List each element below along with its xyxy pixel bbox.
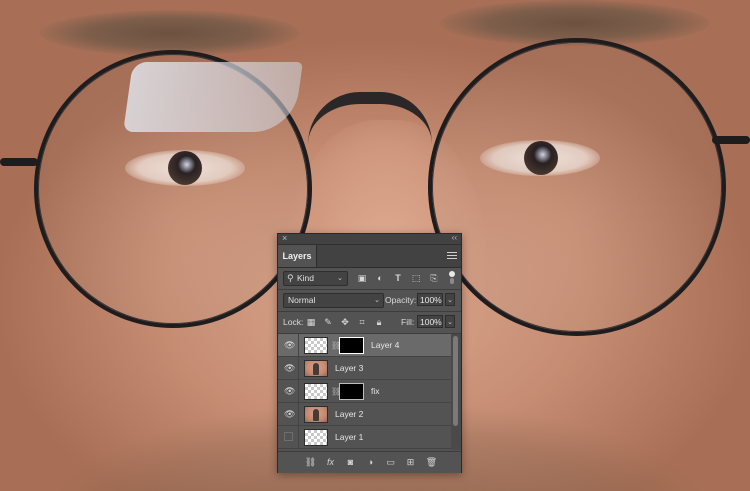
filter-row: ⚲ Kind ⌄ ▣ ◐ T ⬚ ⎘ xyxy=(278,268,461,288)
glasses-bridge xyxy=(308,92,432,144)
adjustment-filter-icon[interactable]: ◐ xyxy=(374,272,386,284)
layer-name[interactable]: Layer 2 xyxy=(335,403,363,426)
layer-row-layer-4[interactable]: 👁︎ ⛓︎ Layer 4 xyxy=(278,334,451,357)
shape-filter-icon[interactable]: ⬚ xyxy=(410,272,422,284)
eye-icon[interactable]: 👁︎ xyxy=(284,340,295,350)
lock-artboard-icon[interactable]: ⌗ xyxy=(356,316,368,328)
blend-row: Normal ⌄ Opacity: 100% ⌄ xyxy=(278,291,461,309)
close-icon[interactable]: × xyxy=(282,233,287,243)
collapse-icon[interactable]: ‹‹ xyxy=(452,233,457,243)
layer-name[interactable]: Layer 1 xyxy=(335,426,363,449)
layer-name[interactable]: Layer 4 xyxy=(371,334,399,357)
lock-transparent-pixels-icon[interactable]: ▦ xyxy=(305,316,317,328)
lock-row: Lock: ▦ ✎ ✥ ⌗ 🔒︎ Fill: 100% ⌄ xyxy=(278,313,461,331)
layer-thumbnail xyxy=(304,337,328,354)
adjustment-layer-icon[interactable]: ◑ xyxy=(364,456,377,469)
divider xyxy=(278,311,461,312)
kind-filter-dropdown[interactable]: ⚲ Kind ⌄ xyxy=(283,271,348,286)
trash-icon[interactable]: 🗑︎ xyxy=(425,456,438,469)
layer-mask-thumbnail[interactable] xyxy=(339,337,364,354)
layer-thumbnail xyxy=(304,360,328,377)
right-temple xyxy=(712,136,750,144)
tab-layers[interactable]: Layers xyxy=(278,245,317,267)
layers-panel: × ‹‹ Layers ⚲ Kind ⌄ ▣ ◐ T ⬚ ⎘ Normal ⌄ … xyxy=(277,233,462,473)
right-lens xyxy=(428,38,726,336)
visibility-off-box[interactable] xyxy=(284,432,293,441)
layer-thumbnail xyxy=(304,383,328,400)
chevron-down-icon: ⌄ xyxy=(374,297,380,304)
layer-thumbnail xyxy=(304,429,328,446)
bottom-toolbar: ⛓︎ fx ◙ ◑ ▭ ⊞ 🗑︎ xyxy=(278,451,461,473)
layer-mask-thumbnail[interactable] xyxy=(339,383,364,400)
layer-row-layer-1[interactable]: Layer 1 xyxy=(278,426,451,449)
layer-row-layer-2[interactable]: 👁︎ Layer 2 xyxy=(278,403,451,426)
left-temple xyxy=(0,158,38,166)
layers-list: 👁︎ ⛓︎ Layer 4 👁︎ Layer 3 👁︎ ⛓︎ fix 👁︎ La… xyxy=(278,334,451,450)
layer-name[interactable]: fix xyxy=(371,380,380,403)
lens-glare xyxy=(123,62,303,132)
add-mask-icon[interactable]: ◙ xyxy=(344,456,357,469)
opacity-field[interactable]: 100% xyxy=(417,293,443,306)
divider xyxy=(278,289,461,290)
eye-icon[interactable]: 👁︎ xyxy=(284,363,295,373)
blend-mode-dropdown[interactable]: Normal ⌄ xyxy=(283,293,384,308)
layer-thumbnail xyxy=(304,406,328,423)
new-group-icon[interactable]: ▭ xyxy=(384,456,397,469)
layer-name[interactable]: Layer 3 xyxy=(335,357,363,380)
panel-menu-icon[interactable] xyxy=(447,250,457,262)
panel-titlebar: × ‹‹ xyxy=(278,233,461,245)
search-icon: ⚲ xyxy=(287,273,294,283)
lock-all-icon[interactable]: 🔒︎ xyxy=(373,316,385,328)
lock-label: Lock: xyxy=(283,317,304,327)
link-chain-icon[interactable]: ⛓︎ xyxy=(331,386,341,397)
filter-toggle[interactable] xyxy=(449,271,455,285)
image-filter-icon[interactable]: ▣ xyxy=(356,272,368,284)
tab-bar: Layers xyxy=(278,245,461,268)
lock-position-icon[interactable]: ✥ xyxy=(339,316,351,328)
opacity-label: Opacity: xyxy=(385,295,417,305)
kind-filter-label: Kind xyxy=(297,273,315,283)
link-chain-icon[interactable]: ⛓︎ xyxy=(331,340,341,351)
scrollbar-thumb[interactable] xyxy=(453,336,458,426)
fill-label: Fill: xyxy=(401,317,415,327)
lock-image-pixels-icon[interactable]: ✎ xyxy=(322,316,334,328)
fx-icon[interactable]: fx xyxy=(324,456,337,469)
fill-field[interactable]: 100% xyxy=(417,315,443,328)
fill-chevron-icon[interactable]: ⌄ xyxy=(445,315,455,328)
eye-icon[interactable]: 👁︎ xyxy=(284,409,295,419)
layer-row-fix[interactable]: 👁︎ ⛓︎ fix xyxy=(278,380,451,403)
chevron-down-icon: ⌄ xyxy=(337,275,343,282)
smart-object-filter-icon[interactable]: ⎘ xyxy=(428,272,440,284)
layers-scrollbar[interactable] xyxy=(451,334,461,450)
new-layer-icon[interactable]: ⊞ xyxy=(404,456,417,469)
blend-mode-value: Normal xyxy=(288,295,316,305)
opacity-chevron-icon[interactable]: ⌄ xyxy=(445,293,455,306)
link-layers-icon[interactable]: ⛓︎ xyxy=(304,456,317,469)
eye-icon[interactable]: 👁︎ xyxy=(284,386,295,396)
layer-row-layer-3[interactable]: 👁︎ Layer 3 xyxy=(278,357,451,380)
type-filter-icon[interactable]: T xyxy=(392,272,404,284)
